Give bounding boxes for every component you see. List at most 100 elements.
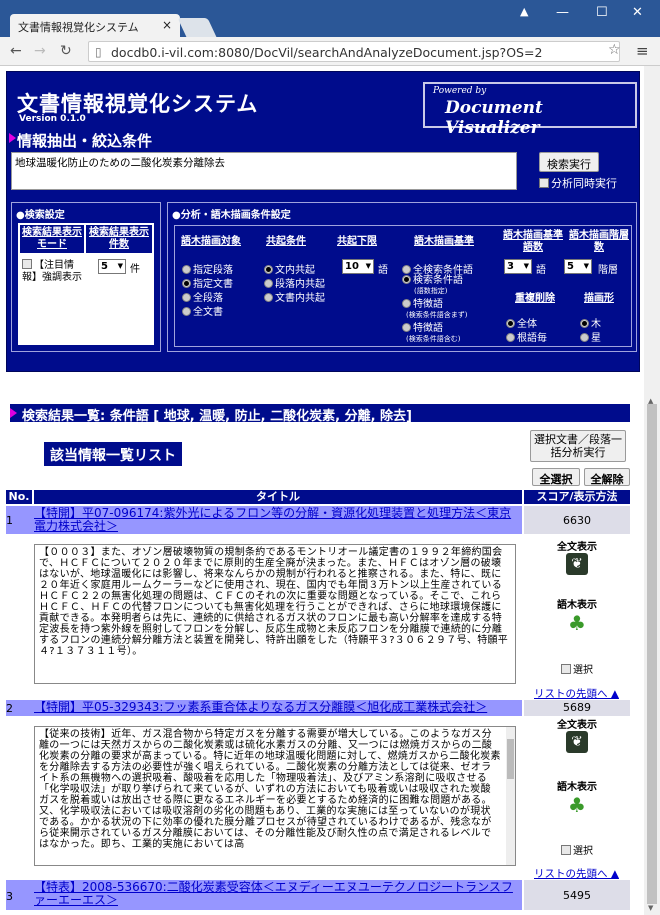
shape-radio-1[interactable]: 木 [580, 315, 601, 330]
tab-title: 文書情報視覚化システム [18, 21, 139, 34]
excerpt-scrollbar[interactable] [506, 727, 515, 865]
target-label: 全文書 [193, 307, 223, 318]
radio-icon [182, 307, 191, 316]
product-logo: Powered by Document Visualizer [423, 82, 637, 138]
dup-radio-2[interactable]: 根語毎 [506, 329, 547, 344]
col-title: タイトル [34, 490, 522, 504]
checkbox-icon [539, 178, 549, 188]
checkbox-icon [561, 845, 571, 855]
basis-note: (検索条件語含まず) [406, 311, 468, 319]
row-title-link[interactable]: 【特開】平07-096174:紫外光によるフロン等の分解・資源化処理装置と処理方… [34, 507, 520, 533]
target-radio-2[interactable]: 指定文書 [182, 275, 233, 290]
highlight-checkbox[interactable]: 【注目情報】強調表示 [22, 259, 86, 284]
scroll-thumb[interactable] [647, 404, 657, 904]
fulltext-link[interactable]: 全文表示 ❦ [524, 538, 630, 575]
radio-icon [264, 293, 273, 302]
basis-radio-1[interactable]: 全検索条件語 [402, 261, 473, 276]
page-scrollbar[interactable]: ▲ ▼ [644, 66, 660, 915]
book-icon: ❦ [566, 553, 588, 575]
back-to-top-link[interactable]: リストの先頭へ ▲ [534, 686, 619, 701]
minimize-icon[interactable]: — [556, 5, 569, 20]
target-radio-3[interactable]: 全段落 [182, 289, 223, 304]
select-all-button[interactable]: 全選択 [532, 468, 580, 486]
app-header: 文書情報視覚化システム Version 0.1.0 Powered by Doc… [9, 74, 637, 138]
maximize-icon[interactable]: ☐ [596, 5, 608, 20]
simul-analysis-checkbox[interactable]: 分析同時実行 [539, 175, 617, 191]
query-textarea[interactable]: 地球温暖化防止のための二酸化炭素分離除去 [11, 152, 517, 190]
cooc-radio-2[interactable]: 段落内共起 [264, 275, 325, 290]
row-excerpt[interactable]: 【従来の技術】近年、ガス混合物から特定ガスを分離する需要が増大している。このよう… [34, 726, 516, 866]
col-target: 語木描画対象 [176, 229, 246, 255]
search-settings-title: ●検索設定 [16, 210, 65, 221]
target-radio-4[interactable]: 全文書 [182, 303, 223, 318]
list-title: 該当情報一覧リスト [44, 442, 182, 466]
col-display-mode: 検索結果表示モード [20, 225, 84, 253]
tree-link[interactable]: 語木表示 ♣ [524, 596, 630, 635]
bookmark-star-icon[interactable]: ☆ [608, 42, 621, 58]
address-toolbar: ← → ↻ ▯ docdb0.i-vil.com:8080/DocVil/sear… [0, 37, 660, 66]
search-button[interactable]: 検索実行 [539, 152, 599, 172]
row-score: 5689 [524, 700, 630, 716]
analysis-panel: ●分析・語木描画条件設定 語木描画対象 共起条件 共起下限 語木描画基準 語木描… [167, 202, 637, 352]
levels-unit: 階層 [598, 265, 618, 276]
col-basis: 語木描画基準 [390, 229, 498, 255]
radio-icon [402, 265, 411, 274]
row-score: 6630 [524, 506, 630, 534]
reload-icon[interactable]: ↻ [60, 43, 72, 59]
dup-label: 根語毎 [517, 333, 547, 344]
basis-count-select[interactable]: 3 [504, 259, 532, 274]
powered-by: Powered by [433, 86, 487, 96]
excerpt-scroll-thumb[interactable] [507, 739, 514, 779]
select-label: 選択 [573, 665, 593, 676]
row-excerpt[interactable]: 【０００３】また、オゾン層破壊物質の規制条約であるモントリオール議定書の１９９２… [34, 544, 516, 684]
new-tab-button[interactable] [177, 18, 217, 37]
scroll-down-icon[interactable]: ▼ [648, 904, 653, 912]
batch-analysis-button[interactable]: 選択文書／段落一括分析実行 [530, 430, 626, 462]
forward-icon[interactable]: → [34, 43, 46, 59]
close-tab-icon[interactable]: × [162, 18, 172, 32]
menu-icon[interactable]: ≡ [636, 42, 649, 60]
back-icon[interactable]: ← [10, 43, 22, 59]
basis-radio-3[interactable]: 特徴語 (検索条件語含まず) [402, 299, 467, 320]
cooc-radio-3[interactable]: 文書内共起 [264, 289, 325, 304]
deselect-all-button[interactable]: 全解除 [584, 468, 630, 486]
cooc-min-select[interactable]: 10 [342, 259, 374, 274]
address-bar[interactable]: ▯ docdb0.i-vil.com:8080/DocVil/searchAndA… [88, 41, 620, 62]
checkbox-icon [561, 664, 571, 674]
col-levels: 語木描画階層数 [568, 229, 630, 255]
fulltext-link[interactable]: 全文表示 ❦ [524, 716, 630, 753]
basis-radio-2[interactable]: 検索条件語 (語数指定) [402, 275, 463, 296]
browser-tab[interactable]: 文書情報視覚化システム × [10, 14, 180, 37]
page-icon: ▯ [95, 45, 102, 59]
back-to-top-link[interactable]: リストの先頭へ ▲ [534, 866, 619, 881]
row-number: 3 [6, 890, 13, 903]
col-no: No. [6, 490, 32, 504]
target-radio-1[interactable]: 指定段落 [182, 261, 233, 276]
count-unit: 件 [130, 264, 140, 275]
tree-label: 語木表示 [557, 600, 597, 611]
fulltext-label: 全文表示 [557, 542, 597, 553]
tree-link[interactable]: 語木表示 ♣ [524, 778, 630, 817]
select-checkbox[interactable]: 選択 [524, 842, 630, 857]
count-select[interactable]: 5 [98, 259, 126, 274]
levels-select[interactable]: 5 [564, 259, 592, 274]
col-basis-count: 語木描画基準語数 [500, 229, 566, 255]
page-content: 文書情報視覚化システム Version 0.1.0 Powered by Doc… [0, 66, 644, 915]
basis-label: 特徴語 [413, 323, 443, 334]
row-title-link[interactable]: 【特表】2008-536670:二酸化炭素受容体＜エヌディーエヌユーテクノロジー… [34, 881, 520, 907]
cooc-radio-1[interactable]: 文内共起 [264, 261, 315, 276]
fulltext-label: 全文表示 [557, 720, 597, 731]
search-settings-panel: ●検索設定 検索結果表示モード 検索結果表示件数 【注目情報】強調表示 5 件 [11, 202, 161, 352]
row-number: 1 [6, 514, 13, 527]
radio-icon [402, 299, 411, 308]
basis-radio-4[interactable]: 特徴語 (検索条件語含む) [402, 323, 460, 344]
dup-radio-1[interactable]: 全体 [506, 315, 537, 330]
radio-icon [182, 293, 191, 302]
select-checkbox[interactable]: 選択 [524, 661, 630, 676]
shape-radio-2[interactable]: 星 [580, 329, 601, 344]
row-title-link[interactable]: 【特開】平05-329343:フッ素系重合体よりなるガス分離膜＜旭化成工業株式会… [34, 701, 520, 714]
user-icon[interactable]: ▲ [520, 5, 528, 18]
row-number: 2 [6, 702, 13, 715]
close-window-icon[interactable]: ✕ [632, 5, 643, 20]
cooc-min-unit: 語 [378, 265, 388, 276]
